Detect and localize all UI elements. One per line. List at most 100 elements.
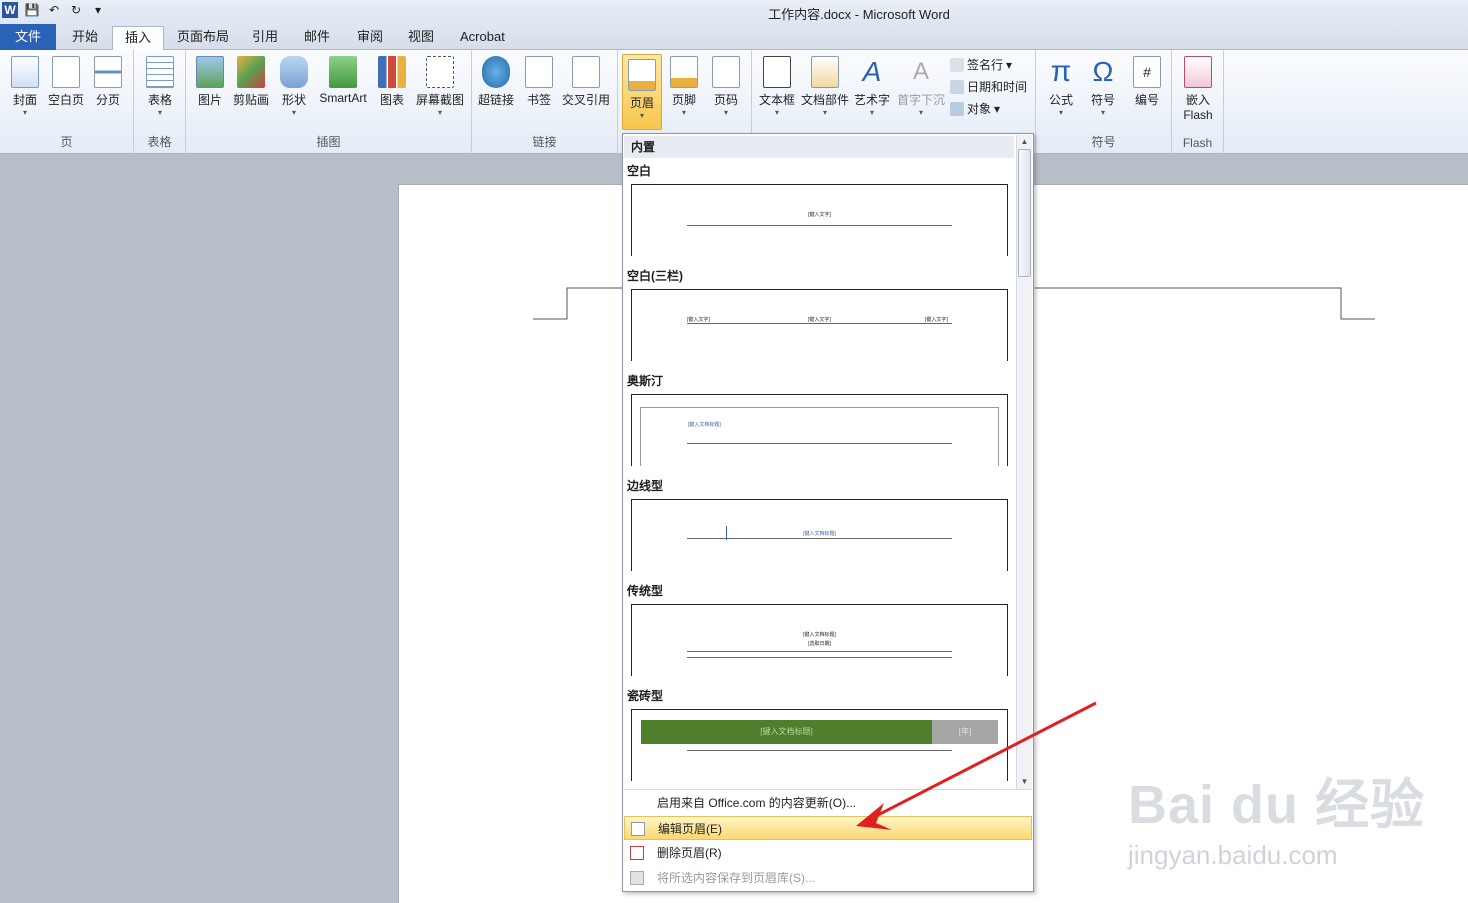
gallery-item-title: 瓷砖型: [627, 689, 664, 703]
scroll-up-arrow-icon[interactable]: ▲: [1017, 135, 1032, 149]
tab-references[interactable]: 引用: [240, 26, 290, 50]
header-icon: [628, 59, 656, 91]
table-button[interactable]: 表格 ▾: [144, 56, 176, 118]
tab-mailings[interactable]: 邮件: [292, 26, 342, 50]
clipart-button[interactable]: 剪贴画: [232, 56, 270, 108]
gallery-scrollbar[interactable]: ▲ ▼: [1016, 135, 1032, 789]
wordart-button[interactable]: A 艺术字 ▾: [852, 56, 892, 118]
smartart-button[interactable]: SmartArt: [316, 56, 370, 105]
number-icon: #: [1133, 56, 1161, 88]
flash-icon: [1184, 56, 1212, 88]
tab-view[interactable]: 视图: [396, 26, 446, 50]
menu-item-edit-header[interactable]: 编辑页眉(E): [624, 816, 1032, 840]
group-links: 超链接 书签 交叉引用 链接: [472, 50, 618, 154]
ribbon-tabs: 文件 开始 插入 页面布局 引用 邮件 审阅 视图 Acrobat: [0, 24, 1468, 51]
numbering-button[interactable]: # 编号: [1130, 56, 1164, 108]
group-label-illustrations: 插图: [316, 135, 341, 149]
omega-icon: Ω: [1092, 56, 1114, 87]
dropdown-arrow-icon: ▾: [1006, 57, 1013, 72]
gallery-item-title: 空白: [627, 164, 652, 178]
signature-line-button[interactable]: 签名行 ▾: [950, 56, 1012, 73]
drop-cap-button[interactable]: A 首字下沉 ▾: [896, 56, 946, 118]
object-icon: [950, 101, 964, 116]
menu-item-remove-header[interactable]: 删除页眉(R): [624, 841, 1032, 865]
tab-home[interactable]: 开始: [60, 26, 110, 50]
blank-page-icon: [52, 56, 80, 88]
embed-flash-button[interactable]: 嵌入 Flash: [1180, 56, 1216, 122]
save-to-gallery-icon: [630, 871, 644, 885]
tab-file[interactable]: 文件: [0, 24, 56, 50]
wordart-icon: A: [862, 56, 882, 87]
dropdown-arrow-icon: ▾: [681, 108, 686, 117]
gallery-item-tiles[interactable]: [键入文档标题] [年]: [631, 709, 1008, 781]
textbox-button[interactable]: 文本框 ▾: [758, 56, 796, 118]
tab-insert[interactable]: 插入: [112, 26, 165, 51]
watermark-url: jingyan.baidu.com: [1128, 840, 1338, 870]
hyperlink-button[interactable]: 超链接: [476, 56, 516, 108]
date-time-button[interactable]: 日期和时间: [950, 78, 1027, 95]
group-flash: 嵌入 Flash Flash: [1172, 50, 1224, 154]
dropdown-arrow-icon: ▾: [918, 108, 923, 117]
group-label-pages: 页: [60, 135, 73, 149]
header-button[interactable]: 页眉 ▾: [622, 54, 662, 130]
shapes-button[interactable]: 形状 ▾: [278, 56, 310, 118]
edit-header-icon: [631, 822, 645, 836]
watermark-logo: Bai du 经验: [1128, 775, 1426, 835]
drop-cap-icon: A: [912, 58, 929, 85]
globe-link-icon: [482, 56, 510, 88]
footer-button[interactable]: 页脚 ▾: [668, 56, 700, 118]
textbox-icon: [763, 56, 791, 88]
group-label-symbols: 符号: [1091, 135, 1116, 149]
page-break-button[interactable]: 分页: [92, 56, 124, 108]
tab-acrobat[interactable]: Acrobat: [448, 26, 517, 50]
cross-reference-button[interactable]: 交叉引用: [560, 56, 612, 108]
page-number-button[interactable]: 页码 ▾: [710, 56, 742, 118]
bookmark-icon: [525, 56, 553, 88]
dropdown-arrow-icon: ▾: [994, 101, 1001, 116]
group-symbols: π 公式 ▾ Ω 符号 ▾ # 编号 符号: [1036, 50, 1172, 154]
title-bar: W 💾 ↶ ↻ ▾ 工作内容.docx - Microsoft Word: [0, 0, 1468, 24]
pi-icon: π: [1050, 55, 1072, 88]
gallery-section-header: 内置: [624, 136, 1014, 158]
dropdown-arrow-icon: ▾: [774, 108, 779, 117]
tab-review[interactable]: 审阅: [345, 26, 395, 50]
dropdown-arrow-icon: ▾: [723, 108, 728, 117]
cover-page-icon: [11, 56, 39, 88]
menu-item-office-updates[interactable]: 启用来自 Office.com 的内容更新(O)...: [624, 791, 1032, 815]
picture-button[interactable]: 图片: [194, 56, 226, 108]
group-illustrations: 图片 剪贴画 形状 ▾ SmartArt 图表 屏幕截图 ▾ 插图: [186, 50, 472, 154]
scroll-thumb[interactable]: [1018, 149, 1031, 277]
dropdown-arrow-icon: ▾: [1100, 108, 1105, 117]
signature-icon: [950, 57, 964, 72]
tab-page-layout[interactable]: 页面布局: [165, 26, 241, 50]
group-pages: 封面 ▾ 空白页 分页 页: [0, 50, 134, 154]
table-icon: [146, 56, 174, 88]
remove-header-icon: [630, 846, 644, 860]
window-title: 工作内容.docx - Microsoft Word: [768, 7, 950, 22]
dropdown-arrow-icon: ▾: [1058, 108, 1063, 117]
scroll-down-arrow-icon[interactable]: ▼: [1017, 775, 1032, 789]
group-tables: 表格 ▾ 表格: [134, 50, 186, 154]
blank-page-button[interactable]: 空白页: [46, 56, 86, 108]
symbol-button[interactable]: Ω 符号 ▾: [1086, 56, 1120, 118]
calendar-icon: [950, 79, 964, 94]
quick-parts-button[interactable]: 文档部件 ▾: [800, 56, 850, 118]
chart-icon: [378, 56, 406, 88]
gallery-item-austin[interactable]: [键入文档标题]: [631, 394, 1008, 466]
gallery-item-blank[interactable]: [键入文字]: [631, 184, 1008, 256]
screenshot-icon: [426, 56, 454, 88]
equation-button[interactable]: π 公式 ▾: [1044, 56, 1078, 118]
gallery-item-sideline[interactable]: [键入文档标题]: [631, 499, 1008, 571]
bookmark-button[interactable]: 书签: [524, 56, 554, 108]
dropdown-arrow-icon: ▾: [639, 111, 644, 120]
dropdown-arrow-icon: ▾: [22, 108, 27, 117]
chart-button[interactable]: 图表: [376, 56, 408, 108]
object-button[interactable]: 对象 ▾: [950, 100, 1000, 117]
cover-page-button[interactable]: 封面 ▾: [8, 56, 42, 118]
quick-parts-icon: [811, 56, 839, 88]
gallery-item-blank-three-column[interactable]: [键入文字] [键入文字] [键入文字]: [631, 289, 1008, 361]
shapes-icon: [280, 56, 308, 88]
gallery-item-traditional[interactable]: [键入文档标题] [选取日期]: [631, 604, 1008, 676]
screenshot-button[interactable]: 屏幕截图 ▾: [414, 56, 466, 118]
page-break-icon: [94, 56, 122, 88]
